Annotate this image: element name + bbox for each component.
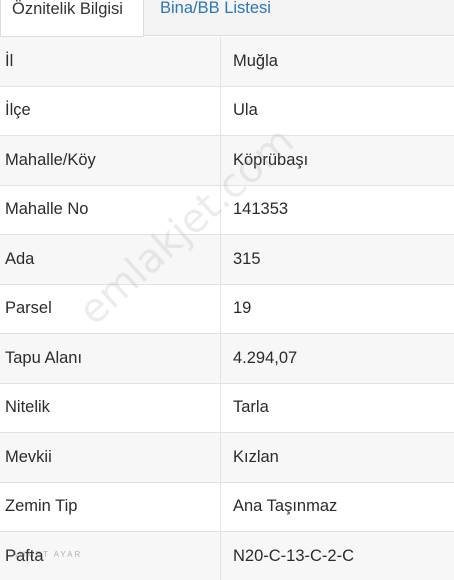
table-row: Mahalle/Köy Köprübaşı <box>0 136 454 186</box>
row-value: N20-C-13-C-2-C <box>233 546 355 565</box>
row-value: 315 <box>233 249 261 268</box>
row-key: Mahalle/Köy <box>0 136 221 185</box>
table-row: Nitelik Tarla <box>0 383 454 433</box>
tab-bar: Öznitelik Bilgisi Bina/BB Listesi <box>0 0 454 37</box>
row-value: Ula <box>233 101 258 120</box>
row-key: Zemin Tip <box>0 482 221 531</box>
table-row: Ada 315 <box>0 235 454 285</box>
row-value: Tarla <box>233 398 269 417</box>
table-row: Mahalle No 141353 <box>0 185 454 235</box>
table-row: Zemin Tip Ana Taşınmaz <box>0 482 454 532</box>
table-row: Mevkii Kızlan <box>0 433 454 483</box>
row-value: Köprübaşı <box>233 150 309 169</box>
row-value: Muğla <box>233 51 278 70</box>
table-row: İl Muğla <box>0 37 454 87</box>
table-row: İlçe Ula <box>0 86 454 136</box>
row-key: Mevkii <box>0 433 221 482</box>
table-row: Pafta N20-C-13-C-2-C <box>0 532 454 580</box>
row-value: 19 <box>233 299 252 318</box>
row-key: İl <box>0 37 221 86</box>
table-row: Parsel 19 <box>0 284 454 334</box>
row-key: Mahalle No <box>0 185 221 234</box>
row-value: 4.294,07 <box>233 348 298 367</box>
row-key: Parsel <box>0 284 221 333</box>
row-key: Nitelik <box>0 383 221 432</box>
row-value: Ana Taşınmaz <box>233 497 338 516</box>
row-key: Tapu Alanı <box>0 334 221 383</box>
row-value: Kızlan <box>233 447 279 466</box>
table-row: Tapu Alanı 4.294,07 <box>0 334 454 384</box>
tab-building-list[interactable]: Bina/BB Listesi <box>144 0 285 36</box>
row-key: İlçe <box>0 86 221 135</box>
parcel-info-panel: Öznitelik Bilgisi Bina/BB Listesi İl Muğ… <box>0 0 454 580</box>
tab-attribute-info[interactable]: Öznitelik Bilgisi <box>0 0 144 37</box>
row-key: Pafta <box>0 532 221 580</box>
attribute-table: İl Muğla İlçe Ula Mahalle/Köy Köprübaşı … <box>0 37 454 580</box>
row-value: 141353 <box>233 200 289 219</box>
row-key: Ada <box>0 235 221 284</box>
